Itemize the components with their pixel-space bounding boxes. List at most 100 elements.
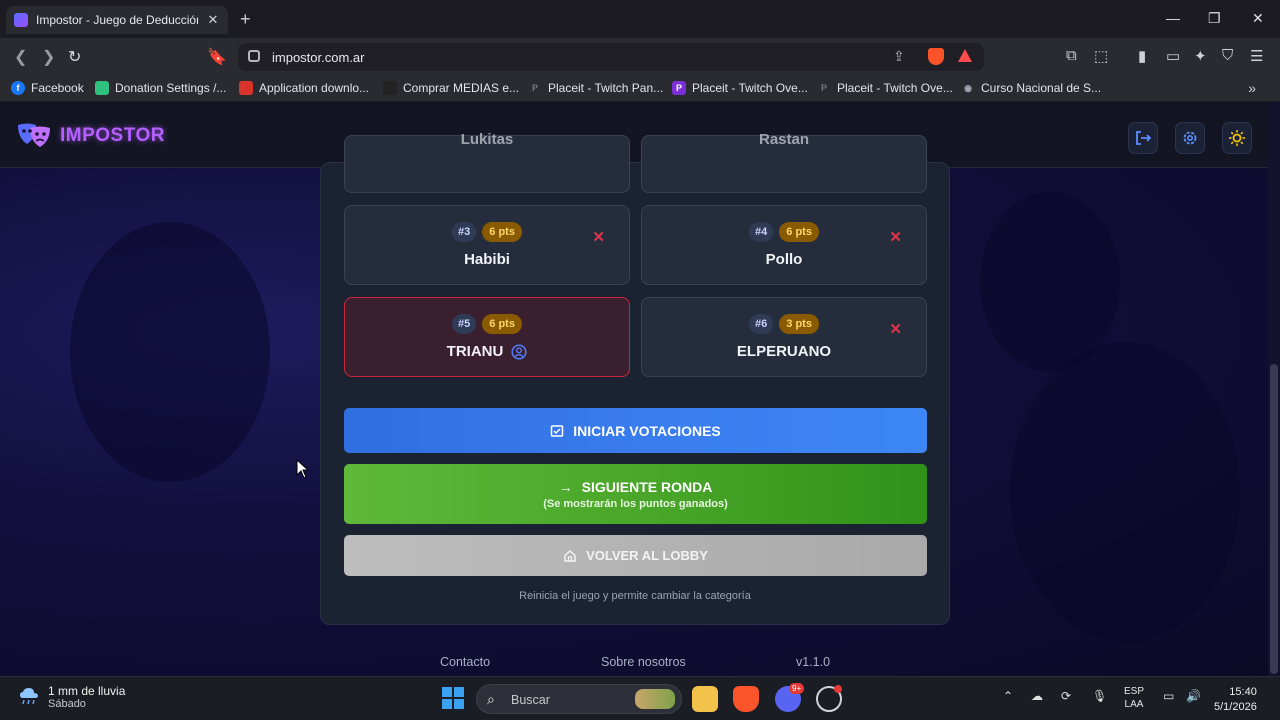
scrollbar-thumb[interactable] (1270, 364, 1278, 674)
input-language[interactable]: ESP LAA (1124, 685, 1144, 711)
bookmark-comprar-medias[interactable]: Comprar MEDIAS e... (383, 81, 519, 95)
clock-date: 5/1/2026 (1214, 701, 1257, 713)
page-viewport: IMPOSTOR Lukitas Rastan #3 6 pts Habibi … (0, 102, 1280, 676)
new-tab-icon[interactable]: + (240, 9, 251, 30)
bookmark-icon[interactable]: 🔖 (207, 47, 227, 67)
player-points-badge: 6 pts (779, 222, 819, 242)
microphone-icon[interactable]: 🎙 (1092, 689, 1107, 703)
player-points-badge: 3 pts (779, 314, 819, 334)
logout-button[interactable] (1128, 122, 1158, 154)
user-circle-icon (511, 343, 527, 360)
onedrive-icon[interactable]: ☁ (1031, 689, 1043, 703)
sun-icon (1229, 130, 1245, 146)
placeit-icon: P (672, 81, 686, 95)
bookmark-placeit-2[interactable]: P Placeit - Twitch Ove... (672, 81, 808, 95)
share-icon[interactable]: ⇪ (893, 48, 905, 65)
system-clock[interactable]: 15:40 5/1/2026 (1214, 685, 1257, 715)
course-icon: ◉ (964, 83, 972, 93)
discord-badge: 9+ (789, 683, 805, 694)
file-explorer-icon[interactable] (692, 686, 718, 712)
brave-rewards-icon[interactable] (958, 49, 972, 62)
browser-tab-bar: Impostor - Juego de Deducción Social ✕ +… (0, 0, 1280, 38)
gear-icon (1183, 131, 1197, 145)
theme-toggle-button[interactable] (1222, 122, 1252, 154)
back-to-lobby-button[interactable]: VOLVER AL LOBBY (344, 535, 927, 576)
settings-button[interactable] (1175, 122, 1205, 154)
player-card: #6 3 pts ELPERUANO ✕ (641, 297, 927, 377)
sidebar-icon[interactable]: ▮ (1138, 47, 1146, 65)
bookmark-donation-settings[interactable]: Donation Settings /... (95, 81, 226, 95)
reload-icon[interactable]: ↻ (68, 47, 81, 67)
page-footer: Contacto Sobre nosotros v1.1.0 (0, 649, 1268, 676)
leo-ai-icon[interactable]: ✦ (1194, 47, 1207, 65)
start-voting-button[interactable]: INICIAR VOTACIONES (344, 408, 927, 453)
restore-icon[interactable]: ❐ (1208, 10, 1221, 27)
minimize-icon[interactable]: — (1166, 10, 1180, 26)
volume-icon[interactable]: 🔊 (1186, 689, 1201, 703)
next-round-button[interactable]: → SIGUIENTE RONDA (Se mostrarán los punt… (344, 464, 927, 524)
player-card-self: #5 6 pts TRIANU (344, 297, 630, 377)
bookmark-label: Curso Nacional de S... (981, 81, 1102, 95)
player-card: Rastan (641, 131, 927, 193)
vpn-icon[interactable]: ⛉ (1222, 47, 1233, 64)
weather-widget[interactable]: 1 mm de lluvia Sábado (18, 684, 125, 710)
browser-tab-active[interactable]: Impostor - Juego de Deducción Social ✕ (6, 6, 228, 34)
bookmark-curso-nacional[interactable]: ◉ Curso Nacional de S... (961, 81, 1101, 95)
tab-close-icon[interactable]: ✕ (206, 12, 220, 28)
arrow-right-icon: → (558, 478, 573, 495)
weather-summary: 1 mm de lluvia (48, 684, 126, 698)
url-text[interactable]: impostor.com.ar (272, 50, 364, 65)
bookmark-label: Facebook (31, 81, 84, 95)
bookmark-facebook[interactable]: f Facebook (11, 81, 84, 95)
sync-icon[interactable]: ⟳ (1061, 689, 1071, 703)
remove-player-icon[interactable]: ✕ (889, 320, 902, 338)
scrollbar[interactable] (1268, 102, 1280, 676)
brave-browser-icon[interactable] (733, 686, 759, 712)
remove-player-icon[interactable]: ✕ (592, 228, 605, 246)
app-logo-text[interactable]: IMPOSTOR (60, 125, 165, 147)
search-highlight-image (635, 689, 675, 709)
screenshot-icon[interactable]: ⬚ (1094, 47, 1108, 65)
player-name: Rastan (758, 131, 810, 148)
tray-chevron-icon[interactable]: ⌃ (1003, 689, 1013, 703)
weather-day: Sábado (48, 698, 86, 710)
player-name: Lukitas (460, 131, 514, 148)
about-link[interactable]: Sobre nosotros (601, 655, 686, 669)
player-number-badge: #5 (452, 314, 477, 334)
remove-player-icon[interactable]: ✕ (889, 228, 902, 246)
address-bar[interactable]: impostor.com.ar ⇪ (238, 43, 984, 71)
contact-link[interactable]: Contacto (440, 655, 490, 669)
back-icon[interactable]: ❮ (14, 47, 27, 67)
extensions-icon[interactable]: ⧉ (1066, 47, 1077, 64)
menu-icon[interactable]: ☰ (1250, 47, 1263, 65)
bookmark-label: Application downlo... (259, 81, 370, 95)
background-mask-decoration (1010, 342, 1240, 642)
search-icon: ⌕ (487, 691, 495, 707)
next-round-sublabel: (Se mostrarán los puntos ganados) (543, 497, 728, 510)
site-info-icon[interactable] (248, 50, 260, 62)
bookmark-application-download[interactable]: Application downlo... (239, 81, 369, 95)
forward-icon[interactable]: ❯ (42, 47, 55, 67)
notification-dot (834, 685, 842, 693)
rain-cloud-icon (20, 688, 38, 705)
mouse-cursor-icon (296, 459, 310, 479)
player-card: #3 6 pts Habibi ✕ (344, 205, 630, 285)
back-to-lobby-label: VOLVER AL LOBBY (586, 548, 708, 563)
network-icon[interactable]: ▭ (1163, 689, 1174, 703)
windows-start-icon[interactable] (442, 687, 464, 709)
bookmark-placeit-1[interactable]: P Placeit - Twitch Pan... (528, 81, 663, 95)
wallet-icon[interactable]: ▭ (1166, 47, 1180, 65)
bookmark-label: Donation Settings /... (115, 81, 227, 95)
player-card: #4 6 pts Pollo ✕ (641, 205, 927, 285)
bookmark-placeit-3[interactable]: P Placeit - Twitch Ove... (817, 81, 953, 95)
player-card: Lukitas (344, 131, 630, 193)
windows-taskbar: 1 mm de lluvia Sábado ⌕ Buscar 9+ ⌃ ☁ ⟳ … (0, 676, 1280, 720)
taskbar-search[interactable]: ⌕ Buscar (476, 684, 682, 714)
player-points-badge: 6 pts (482, 314, 522, 334)
app-download-icon (239, 81, 253, 95)
more-bookmarks-icon[interactable]: » (1248, 80, 1256, 96)
window-close-icon[interactable]: ✕ (1252, 10, 1264, 27)
language-code: ESP (1124, 686, 1145, 697)
brave-shields-icon[interactable] (928, 48, 944, 65)
version-label: v1.1.0 (796, 655, 831, 669)
